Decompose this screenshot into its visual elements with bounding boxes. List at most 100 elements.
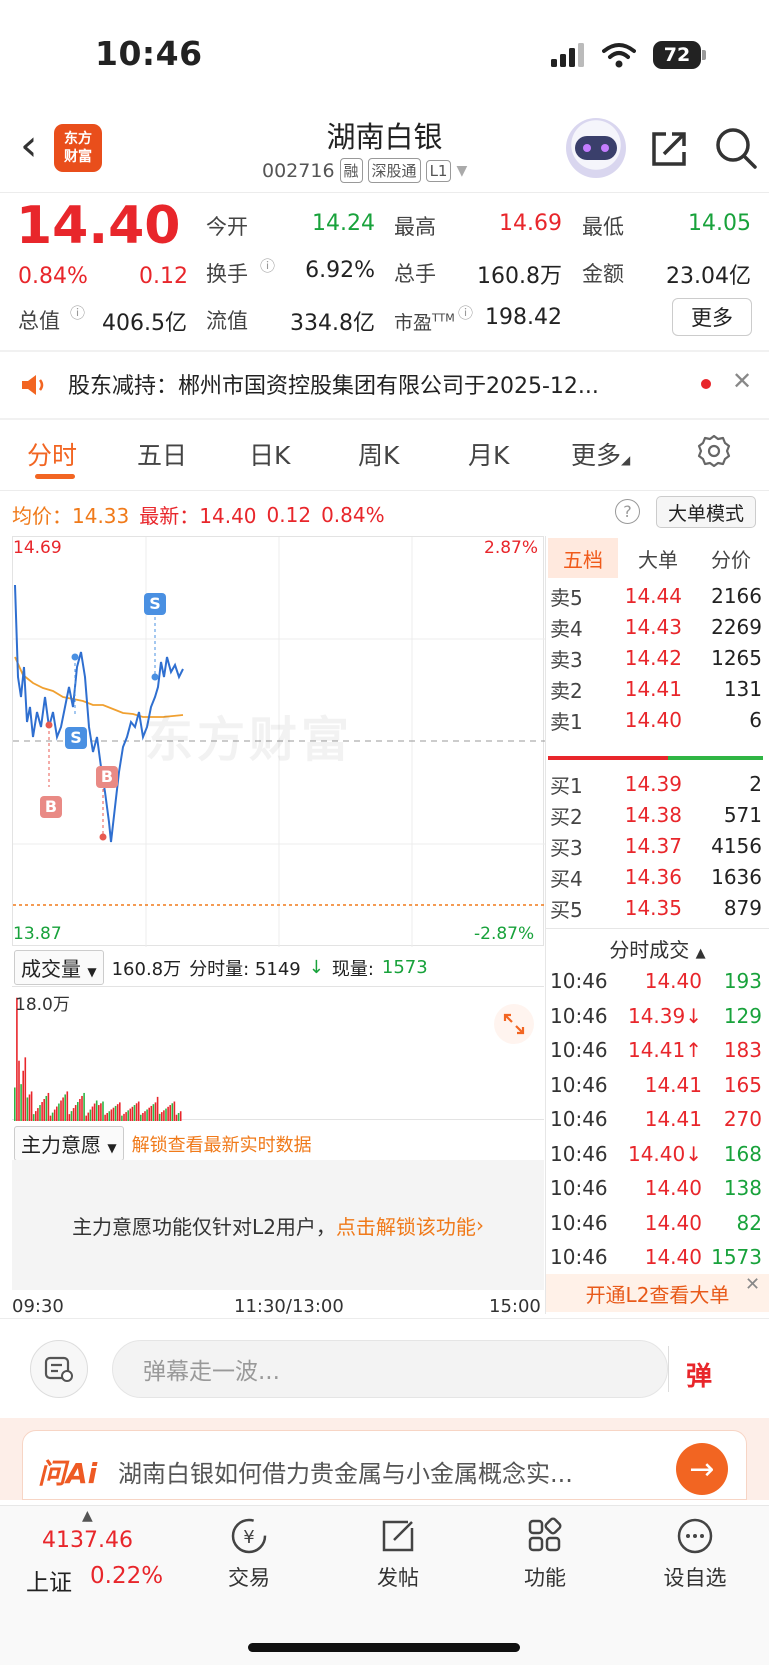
unlock-link[interactable]: 解锁查看最新实时数据 bbox=[132, 1131, 312, 1157]
expand-icon[interactable] bbox=[494, 1004, 534, 1044]
ticks-header[interactable]: 分时成交 ▲ bbox=[546, 934, 769, 963]
nav-trade[interactable]: ¥ 交易 bbox=[204, 1516, 294, 1592]
tick-price: 14.40 bbox=[644, 969, 702, 993]
close-icon[interactable]: ✕ bbox=[732, 367, 752, 395]
sell-level-row[interactable]: 卖2 14.41 131 bbox=[550, 673, 762, 705]
tick-row: 10:46 14.39↓ 129 bbox=[550, 999, 762, 1033]
share-icon[interactable] bbox=[648, 128, 690, 170]
volume-bar bbox=[51, 1112, 54, 1121]
index-pct[interactable]: 0.22% bbox=[90, 1563, 163, 1589]
buy-level-row[interactable]: 买3 14.37 4156 bbox=[550, 830, 762, 862]
tick-row: 10:46 14.41 270 bbox=[550, 1102, 762, 1136]
battery-indicator: 72 bbox=[653, 41, 701, 69]
order-panel-tabs: 五档 大单 分价 bbox=[548, 538, 766, 578]
tab-price-dist[interactable]: 分价 bbox=[696, 538, 766, 578]
volume-bar bbox=[24, 1057, 27, 1121]
notice-text[interactable]: 股东减持：郴州市国资控股集团有限公司于2025-12... bbox=[68, 368, 668, 400]
danmu-input[interactable]: 弹幕走一波... bbox=[112, 1340, 668, 1398]
tab-monthly-k[interactable]: 月K bbox=[468, 436, 509, 472]
tab-big-orders[interactable]: 大单 bbox=[623, 538, 693, 578]
level-price: 14.38 bbox=[624, 803, 682, 827]
index-name[interactable]: 上证 bbox=[26, 1563, 72, 1597]
sell-level-row[interactable]: 卖5 14.44 2166 bbox=[550, 580, 762, 612]
chevron-down-icon[interactable]: ▼ bbox=[456, 163, 467, 179]
main-force-select[interactable]: 主力意愿 ▼ bbox=[14, 1126, 124, 1161]
high-label: 最高 bbox=[394, 215, 436, 239]
danmu-settings-icon[interactable] bbox=[30, 1340, 88, 1398]
tab-5-levels[interactable]: 五档 bbox=[548, 538, 618, 578]
float-label: 流值 bbox=[206, 309, 248, 333]
tick-volume: 138 bbox=[723, 1176, 762, 1200]
chevron-right-icon[interactable]: › bbox=[476, 1213, 484, 1237]
tick-volume: 129 bbox=[723, 1003, 762, 1028]
buy-level-row[interactable]: 买1 14.39 2 bbox=[550, 768, 762, 800]
notice-dot bbox=[701, 379, 711, 389]
volume-max: 18.0万 bbox=[15, 995, 70, 1015]
caret-up-icon: ▲ bbox=[695, 946, 706, 961]
tick-price: 14.40↓ bbox=[627, 1141, 702, 1166]
nav-functions[interactable]: 功能 bbox=[500, 1516, 590, 1592]
ai-robot-avatar[interactable] bbox=[566, 118, 626, 178]
level-volume: 2166 bbox=[711, 584, 762, 608]
volume-bar bbox=[169, 1105, 171, 1121]
info-icon[interactable]: ⓘ bbox=[70, 302, 85, 323]
wifi-icon bbox=[602, 43, 636, 68]
sell-level-row[interactable]: 卖3 14.42 1265 bbox=[550, 642, 762, 674]
sell-level-row[interactable]: 卖4 14.43 2269 bbox=[550, 611, 762, 643]
volume-bar bbox=[142, 1112, 144, 1121]
big-order-mode-button[interactable]: 大单模式 bbox=[656, 496, 756, 528]
index-value[interactable]: 4137.46 bbox=[42, 1528, 133, 1553]
tick-volume: 1573 bbox=[711, 1245, 762, 1269]
arrow-right-icon[interactable]: → bbox=[676, 1443, 728, 1495]
volume-select[interactable]: 成交量 ▼ bbox=[14, 950, 104, 985]
tab-daily-k[interactable]: 日K bbox=[249, 436, 290, 472]
volume-bar bbox=[64, 1094, 66, 1121]
level-price: 14.43 bbox=[624, 615, 682, 639]
sell-marker[interactable]: S bbox=[65, 727, 87, 749]
tick-time: 10:46 bbox=[550, 1245, 608, 1269]
volume-bar bbox=[154, 1102, 157, 1121]
volume-bar bbox=[89, 1109, 92, 1121]
ai-question-text[interactable]: 湖南白银如何借力贵金属与小金属概念实... bbox=[118, 1454, 638, 1489]
help-icon[interactable]: ? bbox=[615, 499, 640, 524]
sell-marker[interactable]: S bbox=[144, 593, 166, 615]
volume-bar bbox=[62, 1097, 64, 1121]
tab-more[interactable]: 更多◢ bbox=[571, 436, 630, 472]
buy-level-row[interactable]: 买5 14.35 879 bbox=[550, 892, 762, 924]
open-l2-button[interactable]: 开通L2查看大单 bbox=[546, 1274, 769, 1312]
info-icon[interactable]: ⓘ bbox=[260, 255, 275, 276]
l2-unlock-link[interactable]: 点击解锁该功能 bbox=[336, 1211, 476, 1240]
volume-bar bbox=[127, 1110, 129, 1121]
pe-sup: TTM bbox=[432, 311, 455, 325]
nav-watchlist[interactable]: 设自选 bbox=[650, 1516, 740, 1592]
danmu-send-button[interactable]: 弹 bbox=[686, 1356, 712, 1393]
volume-total: 160.8万 bbox=[111, 958, 182, 980]
tab-weekly-k[interactable]: 周K bbox=[358, 436, 399, 472]
buy-marker[interactable]: B bbox=[96, 766, 118, 788]
buy-level-row[interactable]: 买2 14.38 571 bbox=[550, 799, 762, 831]
gear-icon[interactable] bbox=[697, 434, 731, 468]
level-label: 卖5 bbox=[550, 585, 583, 610]
info-icon[interactable]: ⓘ bbox=[458, 302, 473, 323]
l2-text: 主力意愿功能仅针对L2用户， bbox=[72, 1214, 336, 1239]
tab-5day[interactable]: 五日 bbox=[137, 436, 187, 472]
volume-select-label: 成交量 bbox=[21, 957, 81, 981]
buy-marker[interactable]: B bbox=[40, 796, 62, 818]
low-value: 14.05 bbox=[688, 211, 751, 236]
level-volume: 1636 bbox=[711, 865, 762, 889]
volume-bar bbox=[116, 1104, 119, 1121]
volume-svg bbox=[14, 997, 182, 1121]
sell-level-row[interactable]: 卖1 14.40 6 bbox=[550, 704, 762, 736]
volume-bar bbox=[35, 1111, 37, 1121]
nav-post[interactable]: 发帖 bbox=[353, 1516, 443, 1592]
more-button[interactable]: 更多 bbox=[672, 298, 752, 336]
volume-bar bbox=[104, 1114, 106, 1121]
close-icon[interactable]: ✕ bbox=[745, 1274, 760, 1295]
tab-intraday[interactable]: 分时 bbox=[27, 436, 77, 472]
volume-interval: 分时量: 5149 bbox=[189, 958, 301, 980]
search-icon[interactable] bbox=[714, 126, 758, 170]
volume-value: 160.8万 bbox=[477, 264, 562, 289]
tick-time: 10:46 bbox=[550, 1141, 608, 1166]
level-label: 卖1 bbox=[550, 709, 583, 734]
buy-level-row[interactable]: 买4 14.36 1636 bbox=[550, 861, 762, 893]
